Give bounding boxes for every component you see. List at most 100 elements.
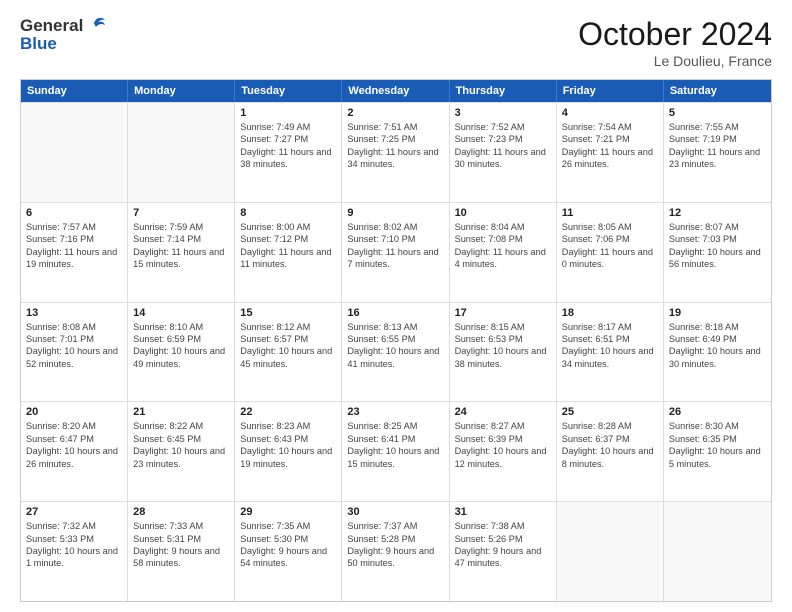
day-number: 15 xyxy=(240,307,336,319)
day-info: Sunrise: 7:32 AM Sunset: 5:33 PM Dayligh… xyxy=(26,520,122,570)
day-number: 22 xyxy=(240,406,336,418)
day-info: Sunrise: 8:25 AM Sunset: 6:41 PM Dayligh… xyxy=(347,420,443,470)
calendar-cell: 18 Sunrise: 8:17 AM Sunset: 6:51 PM Dayli… xyxy=(557,303,664,402)
day-info: Sunrise: 7:38 AM Sunset: 5:26 PM Dayligh… xyxy=(455,520,551,570)
day-info: Sunrise: 8:28 AM Sunset: 6:37 PM Dayligh… xyxy=(562,420,658,470)
calendar-header-sunday: Sunday xyxy=(21,80,128,102)
day-info: Sunrise: 8:04 AM Sunset: 7:08 PM Dayligh… xyxy=(455,221,551,271)
calendar-cell: 19Sunrise: 8:18 AM Sunset: 6:49 PM Dayli… xyxy=(664,303,771,402)
calendar-cell: 3Sunrise: 7:52 AM Sunset: 7:23 PM Daylig… xyxy=(450,103,557,202)
calendar-cell: 28 Sunrise: 7:33 AM Sunset: 5:31 PM Dayli… xyxy=(128,502,235,601)
day-info: Sunrise: 8:22 AM Sunset: 6:45 PM Dayligh… xyxy=(133,420,229,470)
logo-blue: Blue xyxy=(20,34,57,54)
day-info: Sunrise: 8:23 AM Sunset: 6:43 PM Dayligh… xyxy=(240,420,336,470)
day-number: 11 xyxy=(562,207,658,219)
calendar-cell: 30 Sunrise: 7:37 AM Sunset: 5:28 PM Dayli… xyxy=(342,502,449,601)
day-info: Sunrise: 8:00 AM Sunset: 7:12 PM Dayligh… xyxy=(240,221,336,271)
calendar-header-friday: Friday xyxy=(557,80,664,102)
calendar-cell: 2 Sunrise: 7:51 AM Sunset: 7:25 PM Daylig… xyxy=(342,103,449,202)
day-number: 2 xyxy=(347,107,443,119)
calendar-cell: 14Sunrise: 8:10 AM Sunset: 6:59 PM Dayli… xyxy=(128,303,235,402)
calendar-cell: 8 Sunrise: 8:00 AM Sunset: 7:12 PM Daylig… xyxy=(235,203,342,302)
day-number: 27 xyxy=(26,506,122,518)
calendar-week-3: 13Sunrise: 8:08 AM Sunset: 7:01 PM Dayli… xyxy=(21,302,771,402)
day-number: 28 xyxy=(133,506,229,518)
calendar-cell: 1 Sunrise: 7:49 AM Sunset: 7:27 PM Daylig… xyxy=(235,103,342,202)
day-info: Sunrise: 7:51 AM Sunset: 7:25 PM Dayligh… xyxy=(347,121,443,171)
calendar-header-thursday: Thursday xyxy=(450,80,557,102)
calendar-cell xyxy=(557,502,664,601)
calendar-body: 1 Sunrise: 7:49 AM Sunset: 7:27 PM Daylig… xyxy=(21,102,771,601)
day-number: 9 xyxy=(347,207,443,219)
calendar-header-wednesday: Wednesday xyxy=(342,80,449,102)
calendar-cell: 12Sunrise: 8:07 AM Sunset: 7:03 PM Dayli… xyxy=(664,203,771,302)
day-number: 4 xyxy=(562,107,658,119)
day-number: 21 xyxy=(133,406,229,418)
day-info: Sunrise: 8:18 AM Sunset: 6:49 PM Dayligh… xyxy=(669,321,766,371)
day-number: 23 xyxy=(347,406,443,418)
day-number: 20 xyxy=(26,406,122,418)
calendar-header-saturday: Saturday xyxy=(664,80,771,102)
calendar-cell: 10 Sunrise: 8:04 AM Sunset: 7:08 PM Dayli… xyxy=(450,203,557,302)
calendar-cell: 27 Sunrise: 7:32 AM Sunset: 5:33 PM Dayli… xyxy=(21,502,128,601)
day-info: Sunrise: 8:17 AM Sunset: 6:51 PM Dayligh… xyxy=(562,321,658,371)
day-number: 8 xyxy=(240,207,336,219)
day-number: 16 xyxy=(347,307,443,319)
calendar-week-2: 6 Sunrise: 7:57 AM Sunset: 7:16 PM Daylig… xyxy=(21,202,771,302)
calendar-cell: 31 Sunrise: 7:38 AM Sunset: 5:26 PM Dayli… xyxy=(450,502,557,601)
logo-general: General xyxy=(20,16,83,36)
calendar-cell: 6 Sunrise: 7:57 AM Sunset: 7:16 PM Daylig… xyxy=(21,203,128,302)
day-info: Sunrise: 7:49 AM Sunset: 7:27 PM Dayligh… xyxy=(240,121,336,171)
calendar-header-monday: Monday xyxy=(128,80,235,102)
day-number: 10 xyxy=(455,207,551,219)
day-info: Sunrise: 8:27 AM Sunset: 6:39 PM Dayligh… xyxy=(455,420,551,470)
day-info: Sunrise: 7:35 AM Sunset: 5:30 PM Dayligh… xyxy=(240,520,336,570)
calendar-week-1: 1 Sunrise: 7:49 AM Sunset: 7:27 PM Daylig… xyxy=(21,102,771,202)
header: General Blue October 2024 Le Doulieu, Fr… xyxy=(20,16,772,69)
day-number: 12 xyxy=(669,207,766,219)
day-info: Sunrise: 8:12 AM Sunset: 6:57 PM Dayligh… xyxy=(240,321,336,371)
day-number: 1 xyxy=(240,107,336,119)
calendar-cell: 17Sunrise: 8:15 AM Sunset: 6:53 PM Dayli… xyxy=(450,303,557,402)
calendar-week-5: 27 Sunrise: 7:32 AM Sunset: 5:33 PM Dayli… xyxy=(21,501,771,601)
day-info: Sunrise: 8:05 AM Sunset: 7:06 PM Dayligh… xyxy=(562,221,658,271)
logo: General Blue xyxy=(20,16,105,54)
day-number: 3 xyxy=(455,107,551,119)
day-info: Sunrise: 7:59 AM Sunset: 7:14 PM Dayligh… xyxy=(133,221,229,271)
day-info: Sunrise: 8:20 AM Sunset: 6:47 PM Dayligh… xyxy=(26,420,122,470)
day-info: Sunrise: 7:55 AM Sunset: 7:19 PM Dayligh… xyxy=(669,121,766,171)
day-number: 6 xyxy=(26,207,122,219)
day-info: Sunrise: 8:08 AM Sunset: 7:01 PM Dayligh… xyxy=(26,321,122,371)
day-info: Sunrise: 8:02 AM Sunset: 7:10 PM Dayligh… xyxy=(347,221,443,271)
day-number: 24 xyxy=(455,406,551,418)
day-info: Sunrise: 8:30 AM Sunset: 6:35 PM Dayligh… xyxy=(669,420,766,470)
page-subtitle: Le Doulieu, France xyxy=(578,53,772,69)
day-number: 18 xyxy=(562,307,658,319)
day-info: Sunrise: 7:57 AM Sunset: 7:16 PM Dayligh… xyxy=(26,221,122,271)
title-block: October 2024 Le Doulieu, France xyxy=(578,16,772,69)
calendar-cell xyxy=(128,103,235,202)
logo-bird-icon xyxy=(85,17,105,33)
calendar-cell: 4Sunrise: 7:54 AM Sunset: 7:21 PM Daylig… xyxy=(557,103,664,202)
day-info: Sunrise: 8:15 AM Sunset: 6:53 PM Dayligh… xyxy=(455,321,551,371)
day-number: 25 xyxy=(562,406,658,418)
calendar-cell: 16 Sunrise: 8:13 AM Sunset: 6:55 PM Dayli… xyxy=(342,303,449,402)
day-info: Sunrise: 8:13 AM Sunset: 6:55 PM Dayligh… xyxy=(347,321,443,371)
day-info: Sunrise: 7:33 AM Sunset: 5:31 PM Dayligh… xyxy=(133,520,229,570)
day-number: 14 xyxy=(133,307,229,319)
calendar-cell: 11 Sunrise: 8:05 AM Sunset: 7:06 PM Dayli… xyxy=(557,203,664,302)
calendar-cell: 26Sunrise: 8:30 AM Sunset: 6:35 PM Dayli… xyxy=(664,402,771,501)
calendar-header: SundayMondayTuesdayWednesdayThursdayFrid… xyxy=(21,80,771,102)
day-number: 5 xyxy=(669,107,766,119)
calendar-cell: 29 Sunrise: 7:35 AM Sunset: 5:30 PM Dayli… xyxy=(235,502,342,601)
calendar-cell xyxy=(21,103,128,202)
day-number: 29 xyxy=(240,506,336,518)
calendar-cell: 23 Sunrise: 8:25 AM Sunset: 6:41 PM Dayli… xyxy=(342,402,449,501)
calendar-cell: 9 Sunrise: 8:02 AM Sunset: 7:10 PM Daylig… xyxy=(342,203,449,302)
day-number: 31 xyxy=(455,506,551,518)
calendar: SundayMondayTuesdayWednesdayThursdayFrid… xyxy=(20,79,772,602)
calendar-cell: 24 Sunrise: 8:27 AM Sunset: 6:39 PM Dayli… xyxy=(450,402,557,501)
day-number: 30 xyxy=(347,506,443,518)
day-info: Sunrise: 7:37 AM Sunset: 5:28 PM Dayligh… xyxy=(347,520,443,570)
calendar-cell: 7Sunrise: 7:59 AM Sunset: 7:14 PM Daylig… xyxy=(128,203,235,302)
